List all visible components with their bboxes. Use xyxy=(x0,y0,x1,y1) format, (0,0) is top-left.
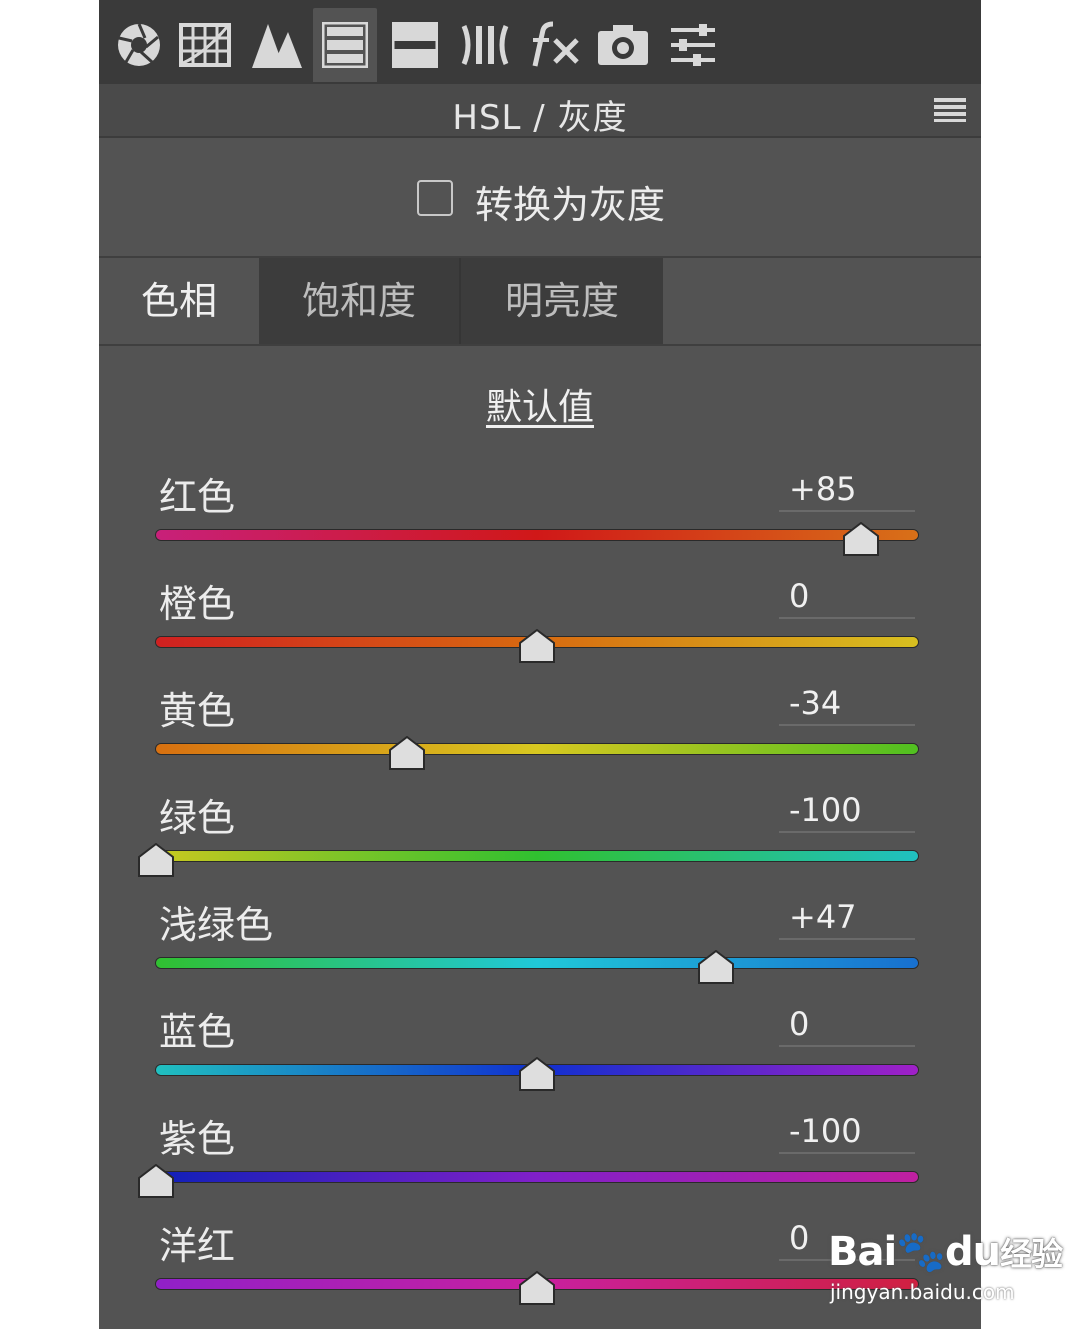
slider-label: 红色 xyxy=(159,475,236,519)
detail-icon xyxy=(252,24,302,68)
slider-track[interactable] xyxy=(156,851,918,861)
hsl-tabs: 色相 饱和度 明亮度 xyxy=(99,258,981,346)
slider-thumb[interactable] xyxy=(389,736,426,770)
tool-tone-curve[interactable] xyxy=(173,8,237,82)
tool-split-toning[interactable] xyxy=(383,8,447,82)
tool-lens-corrections[interactable] xyxy=(453,8,517,82)
tool-presets[interactable] xyxy=(661,8,725,82)
slider-label: 浅绿色 xyxy=(159,903,274,947)
convert-grayscale-checkbox[interactable] xyxy=(417,180,453,216)
hsl-icon xyxy=(322,22,368,68)
slider-track[interactable] xyxy=(156,744,918,754)
slider-label: 绿色 xyxy=(159,796,236,840)
tool-detail[interactable] xyxy=(244,8,308,82)
slider-label: 橙色 xyxy=(159,582,236,626)
convert-grayscale-label: 转换为灰度 xyxy=(475,183,666,227)
slider-value-field[interactable]: 0 xyxy=(779,1215,915,1261)
slider-blue: 蓝色 0 xyxy=(99,1001,981,1108)
aperture-icon xyxy=(118,23,160,66)
tool-effects[interactable] xyxy=(523,8,587,82)
slider-purple: 紫色 -100 xyxy=(99,1108,981,1215)
slider-red: 红色 +85 xyxy=(99,466,981,573)
fx-icon xyxy=(532,21,579,67)
split-toning-icon xyxy=(392,22,438,68)
slider-thumb[interactable] xyxy=(138,843,174,877)
slider-thumb[interactable] xyxy=(138,1164,174,1198)
slider-value-field[interactable]: 0 xyxy=(779,1001,915,1047)
slider-orange: 橙色 0 xyxy=(99,573,981,680)
slider-green: 绿色 -100 xyxy=(99,787,981,894)
lens-corrections-icon xyxy=(461,25,509,65)
slider-thumb[interactable] xyxy=(519,1057,555,1091)
tool-basic[interactable] xyxy=(107,8,171,82)
presets-icon xyxy=(671,24,715,66)
hsl-panel: HSL / 灰度 转换为灰度 色相 饱和度 明亮度 默认值 红色 +85 橙色 … xyxy=(99,0,981,1329)
slider-label: 蓝色 xyxy=(159,1010,236,1054)
slider-aqua: 浅绿色 +47 xyxy=(99,894,981,1001)
panel-menu-icon[interactable] xyxy=(934,98,966,122)
default-link[interactable]: 默认值 xyxy=(99,378,981,430)
tab-saturation[interactable]: 饱和度 xyxy=(259,258,461,344)
tab-luminance[interactable]: 明亮度 xyxy=(461,258,663,344)
slider-magenta: 洋红 0 xyxy=(99,1215,981,1322)
slider-thumb[interactable] xyxy=(698,950,735,984)
slider-value-field[interactable]: 0 xyxy=(779,573,915,619)
slider-track[interactable] xyxy=(156,530,918,540)
tone-curve-icon xyxy=(179,23,231,67)
slider-value-field[interactable]: +85 xyxy=(779,466,915,512)
slider-label: 黄色 xyxy=(159,689,236,733)
slider-value-field[interactable]: -100 xyxy=(779,787,915,833)
tab-hue[interactable]: 色相 xyxy=(99,258,259,344)
slider-track[interactable] xyxy=(156,1172,918,1182)
camera-calibration-icon xyxy=(598,25,648,65)
slider-label: 洋红 xyxy=(159,1224,236,1268)
convert-grayscale-row: 转换为灰度 xyxy=(99,138,981,258)
panel-title: HSL / 灰度 xyxy=(452,98,628,138)
tool-camera-calibration[interactable] xyxy=(591,8,655,82)
slider-track[interactable] xyxy=(156,958,918,968)
tool-hsl[interactable] xyxy=(313,8,377,82)
panel-toolbar xyxy=(99,0,981,84)
slider-thumb[interactable] xyxy=(519,1271,555,1305)
panel-title-bar: HSL / 灰度 xyxy=(99,84,981,138)
slider-value-field[interactable]: -100 xyxy=(779,1108,915,1154)
slider-value-field[interactable]: +47 xyxy=(779,894,915,940)
slider-thumb[interactable] xyxy=(842,522,879,556)
slider-value-field[interactable]: -34 xyxy=(779,680,915,726)
slider-yellow: 黄色 -34 xyxy=(99,680,981,787)
slider-thumb[interactable] xyxy=(519,629,555,663)
slider-label: 紫色 xyxy=(159,1117,236,1161)
